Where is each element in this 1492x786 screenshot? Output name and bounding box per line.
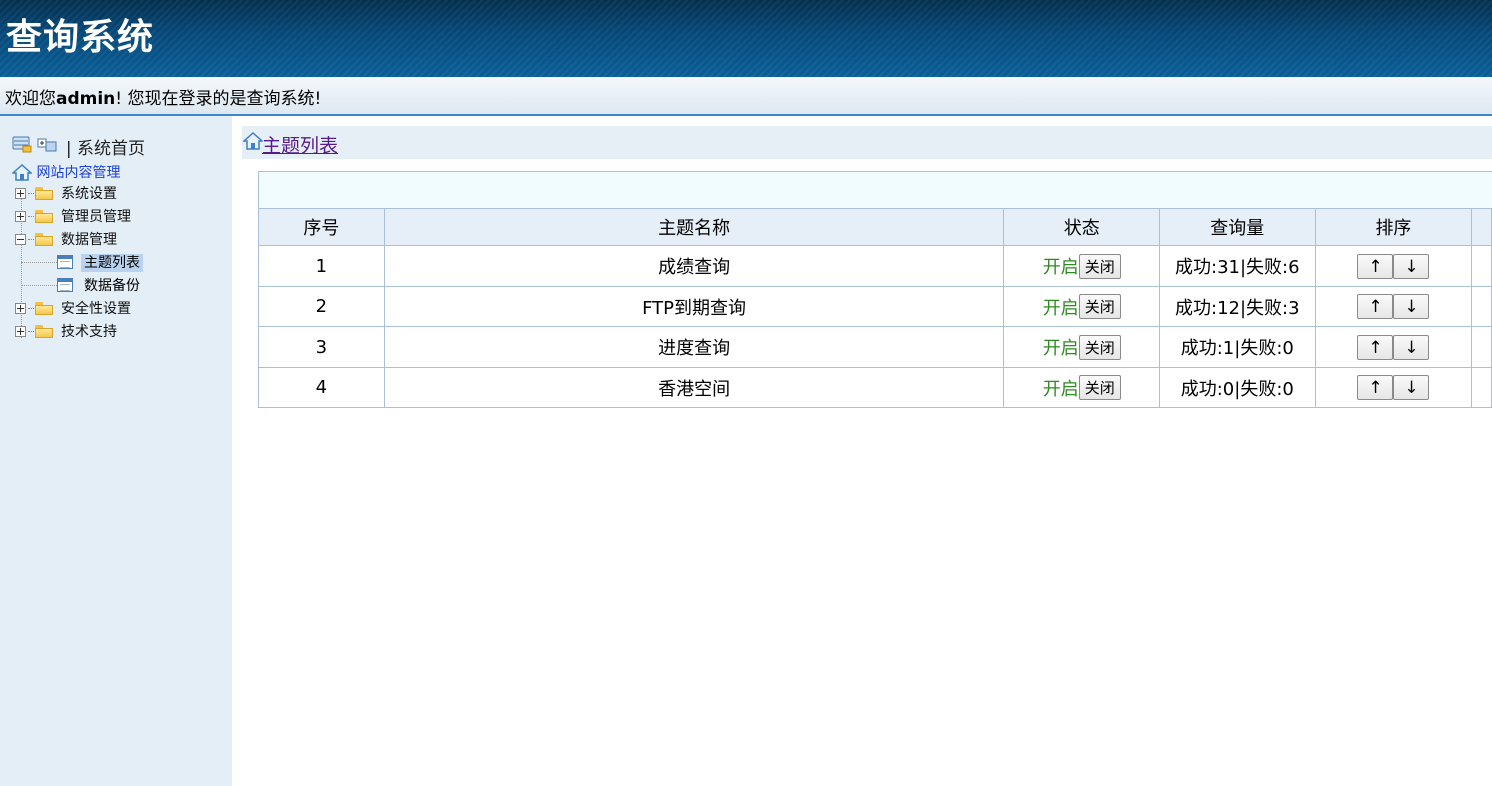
close-button[interactable]: 关闭: [1078, 334, 1121, 360]
close-button[interactable]: 关闭: [1078, 253, 1121, 279]
tree-node-tech-support[interactable]: 技术支持: [15, 321, 117, 340]
move-down-button[interactable]: ↓: [1393, 375, 1430, 400]
cell-no: 2: [258, 286, 385, 327]
move-up-button[interactable]: ↑: [1357, 253, 1394, 279]
welcome-prefix: 欢迎您: [5, 89, 56, 109]
move-up-button[interactable]: ↑: [1357, 334, 1394, 360]
table-row: 2 FTP到期查询 开启 关闭 成功:12|失败:3 ↑ ↓: [258, 286, 1492, 327]
database-icon: [12, 135, 32, 158]
folder-icon: [35, 324, 53, 338]
cell-status: 开启 关闭: [1003, 245, 1160, 287]
cell-extra: [1471, 245, 1492, 287]
table-header-row: 序号 主题名称 状态 查询量 排序: [258, 208, 1492, 246]
table-icon: [57, 278, 73, 292]
column-header-name: 主题名称: [383, 208, 1005, 246]
cell-sort: ↑ ↓: [1314, 245, 1473, 287]
expand-icon[interactable]: [15, 210, 26, 222]
welcome-text: 欢迎您admin! 您现在登录的是查询系统!: [5, 77, 321, 121]
close-button[interactable]: 关闭: [1078, 375, 1121, 400]
tree-item-data-backup[interactable]: 数据备份: [21, 275, 143, 295]
status-text: 开启: [1042, 257, 1079, 278]
expand-icon[interactable]: [15, 187, 26, 199]
folder-open-icon: [35, 232, 53, 246]
sidebar: | 系统首页 网站内容管理 系统设置 管理员管理 数据管理 主题列表 数据备份 …: [0, 116, 232, 786]
table-icon: [57, 255, 73, 269]
cell-name: FTP到期查询: [383, 286, 1005, 327]
column-header-status: 状态: [1003, 208, 1160, 246]
cell-no: 4: [258, 367, 385, 408]
cell-name: 成绩查询: [383, 245, 1005, 287]
tree-node-label: 技术支持: [61, 324, 117, 340]
expand-icon[interactable]: [15, 325, 26, 337]
tree-item-label: 数据备份: [84, 278, 140, 294]
cell-sort: ↑ ↓: [1314, 286, 1473, 327]
move-up-button[interactable]: ↑: [1357, 294, 1394, 319]
tree-node-data-management[interactable]: 数据管理: [15, 229, 117, 248]
cell-extra: [1471, 286, 1492, 327]
username: admin: [56, 89, 116, 109]
breadcrumb-link-topic-list[interactable]: 主题列表: [262, 131, 338, 158]
cell-stats: 成功:31|失败:6: [1158, 245, 1316, 287]
tree-node-label: 数据管理: [61, 232, 117, 248]
sidebar-home-label: 系统首页: [76, 139, 145, 159]
table-row: 4 香港空间 开启 关闭 成功:0|失败:0 ↑ ↓: [258, 367, 1492, 408]
topic-table: 序号 主题名称 状态 查询量 排序 1 成绩查询 开启 关闭 成功:31|失败:6…: [258, 208, 1492, 408]
welcome-bar: 欢迎您admin! 您现在登录的是查询系统!: [0, 77, 1492, 116]
welcome-suffix: ! 您现在登录的是查询系统!: [115, 89, 322, 109]
column-header-sort: 排序: [1314, 208, 1473, 246]
cell-stats: 成功:1|失败:0: [1158, 326, 1316, 368]
status-text: 开启: [1042, 297, 1079, 319]
move-down-button[interactable]: ↓: [1393, 294, 1430, 319]
cell-name: 香港空间: [383, 367, 1005, 408]
cell-status: 开启 关闭: [1003, 367, 1160, 408]
cell-extra: [1471, 367, 1492, 408]
cell-name: 进度查询: [383, 326, 1005, 368]
cell-sort: ↑ ↓: [1314, 326, 1473, 368]
tree-node-label: 安全性设置: [61, 301, 131, 317]
breadcrumb: 主题列表: [242, 126, 1492, 159]
status-text: 开启: [1042, 338, 1079, 359]
move-up-button[interactable]: ↑: [1357, 375, 1394, 400]
tree-node-label: 管理员管理: [61, 209, 131, 225]
tree-node-admin-management[interactable]: 管理员管理: [15, 206, 131, 225]
app-header: 查询系统: [0, 0, 1492, 77]
cell-stats: 成功:0|失败:0: [1158, 367, 1316, 408]
tree-item-label: 主题列表: [81, 254, 143, 272]
move-down-button[interactable]: ↓: [1393, 253, 1430, 279]
collapse-icon[interactable]: [15, 233, 26, 245]
cell-status: 开启 关闭: [1003, 326, 1160, 368]
folder-icon: [35, 209, 53, 223]
home-icon: [242, 131, 264, 154]
folder-icon: [35, 301, 53, 315]
table-row: 1 成绩查询 开启 关闭 成功:31|失败:6 ↑ ↓: [258, 245, 1492, 287]
sidebar-root-label: 网站内容管理: [36, 165, 121, 181]
expand-icon[interactable]: [15, 302, 26, 314]
app-title: 查询系统: [6, 17, 155, 58]
sidebar-home-link[interactable]: | 系统首页: [66, 139, 145, 159]
folder-icon: [35, 186, 53, 200]
tree-node-security-settings[interactable]: 安全性设置: [15, 298, 131, 317]
column-header-count: 查询量: [1158, 208, 1316, 246]
sidebar-root[interactable]: 网站内容管理: [11, 162, 121, 182]
table-toolbar: [258, 171, 1492, 208]
cell-no: 3: [258, 326, 385, 368]
cell-no: 1: [258, 245, 385, 287]
sidebar-home[interactable]: | 系统首页: [12, 134, 145, 159]
tree-item-topic-list[interactable]: 主题列表: [21, 252, 143, 272]
cell-status: 开启 关闭: [1003, 286, 1160, 327]
column-header-no: 序号: [258, 208, 385, 246]
status-text: 开启: [1042, 378, 1079, 400]
home-icon: [11, 163, 36, 181]
tree-node-system-settings[interactable]: 系统设置: [15, 183, 117, 202]
move-down-button[interactable]: ↓: [1393, 334, 1430, 360]
tree-node-label: 系统设置: [61, 186, 117, 202]
column-header-extra: [1471, 208, 1492, 246]
table-row: 3 进度查询 开启 关闭 成功:1|失败:0 ↑ ↓: [258, 326, 1492, 368]
expand-all-icon[interactable]: [37, 135, 57, 158]
cell-extra: [1471, 326, 1492, 368]
cell-stats: 成功:12|失败:3: [1158, 286, 1316, 327]
close-button[interactable]: 关闭: [1078, 294, 1121, 319]
cell-sort: ↑ ↓: [1314, 367, 1473, 408]
